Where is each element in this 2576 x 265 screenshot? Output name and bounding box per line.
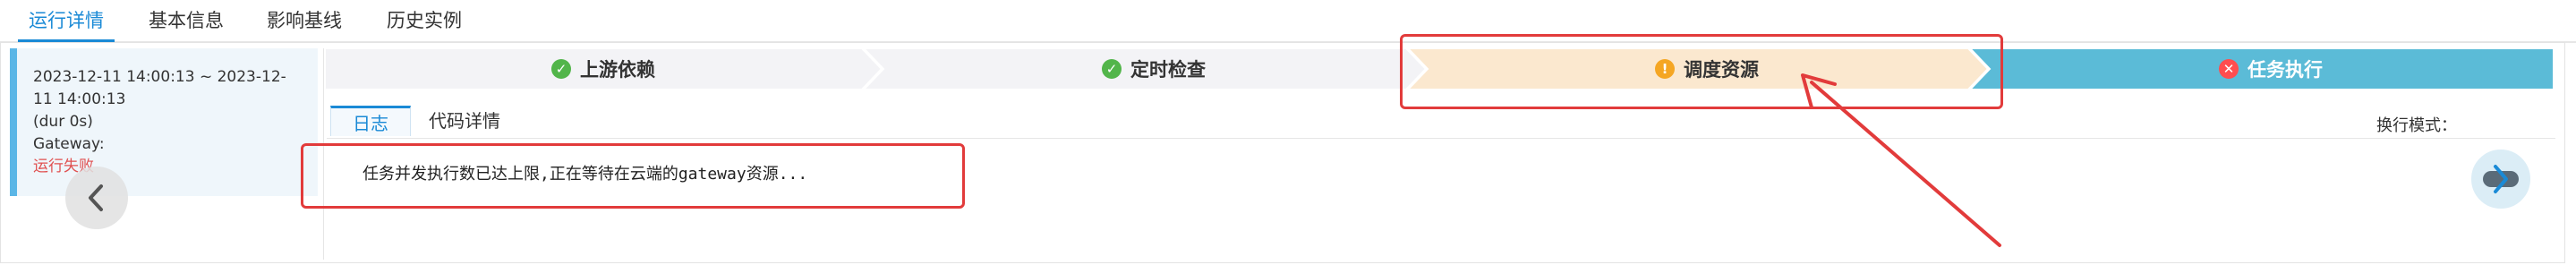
prev-arrow-button[interactable] [65, 167, 128, 229]
step-upstream[interactable]: ✓ 上游依赖 [325, 48, 882, 90]
top-tab-bar: 运行详情 基本信息 影响基线 历史实例 [0, 0, 2576, 43]
tab-impact-baseline[interactable]: 影响基线 [267, 4, 342, 38]
run-history-card[interactable]: 2023-12-11 14:00:13 ~ 2023-12- 11 14:00:… [10, 48, 318, 196]
run-time-range-end: 11 14:00:13 [33, 90, 126, 108]
check-icon: ✓ [1102, 59, 1122, 79]
run-duration: (dur 0s) [33, 113, 93, 131]
step-upstream-label: 上游依赖 [580, 59, 655, 81]
chevron-left-icon [89, 184, 103, 211]
check-icon: ✓ [551, 59, 571, 79]
tab-log[interactable]: 日志 [330, 106, 411, 136]
wrap-mode-label: 换行模式： [2376, 116, 2457, 135]
tab-run-details[interactable]: 运行详情 [18, 4, 115, 43]
cross-icon: ✕ [2219, 59, 2239, 79]
tab-basic-info[interactable]: 基本信息 [149, 4, 224, 38]
run-time-range: 2023-12-11 14:00:13 ~ 2023-12- [33, 68, 286, 86]
step-task-execute[interactable]: ✕ 任务执行 [1988, 48, 2554, 90]
next-arrow-button[interactable] [2469, 148, 2532, 210]
step-timer-check[interactable]: ✓ 定时检查 [882, 48, 1426, 90]
annotation-box-resource [1400, 34, 2003, 109]
run-gateway: Gateway: [33, 135, 105, 153]
tab-history-instances[interactable]: 历史实例 [387, 4, 462, 38]
step-task-execute-label: 任务执行 [2248, 59, 2323, 81]
tab-code-details[interactable]: 代码详情 [416, 106, 513, 136]
toggle-chevron-icon [2483, 165, 2519, 193]
step-timer-check-label: 定时检查 [1130, 59, 1206, 81]
annotation-box-log [301, 143, 965, 209]
sub-tab-divider [327, 138, 2555, 139]
